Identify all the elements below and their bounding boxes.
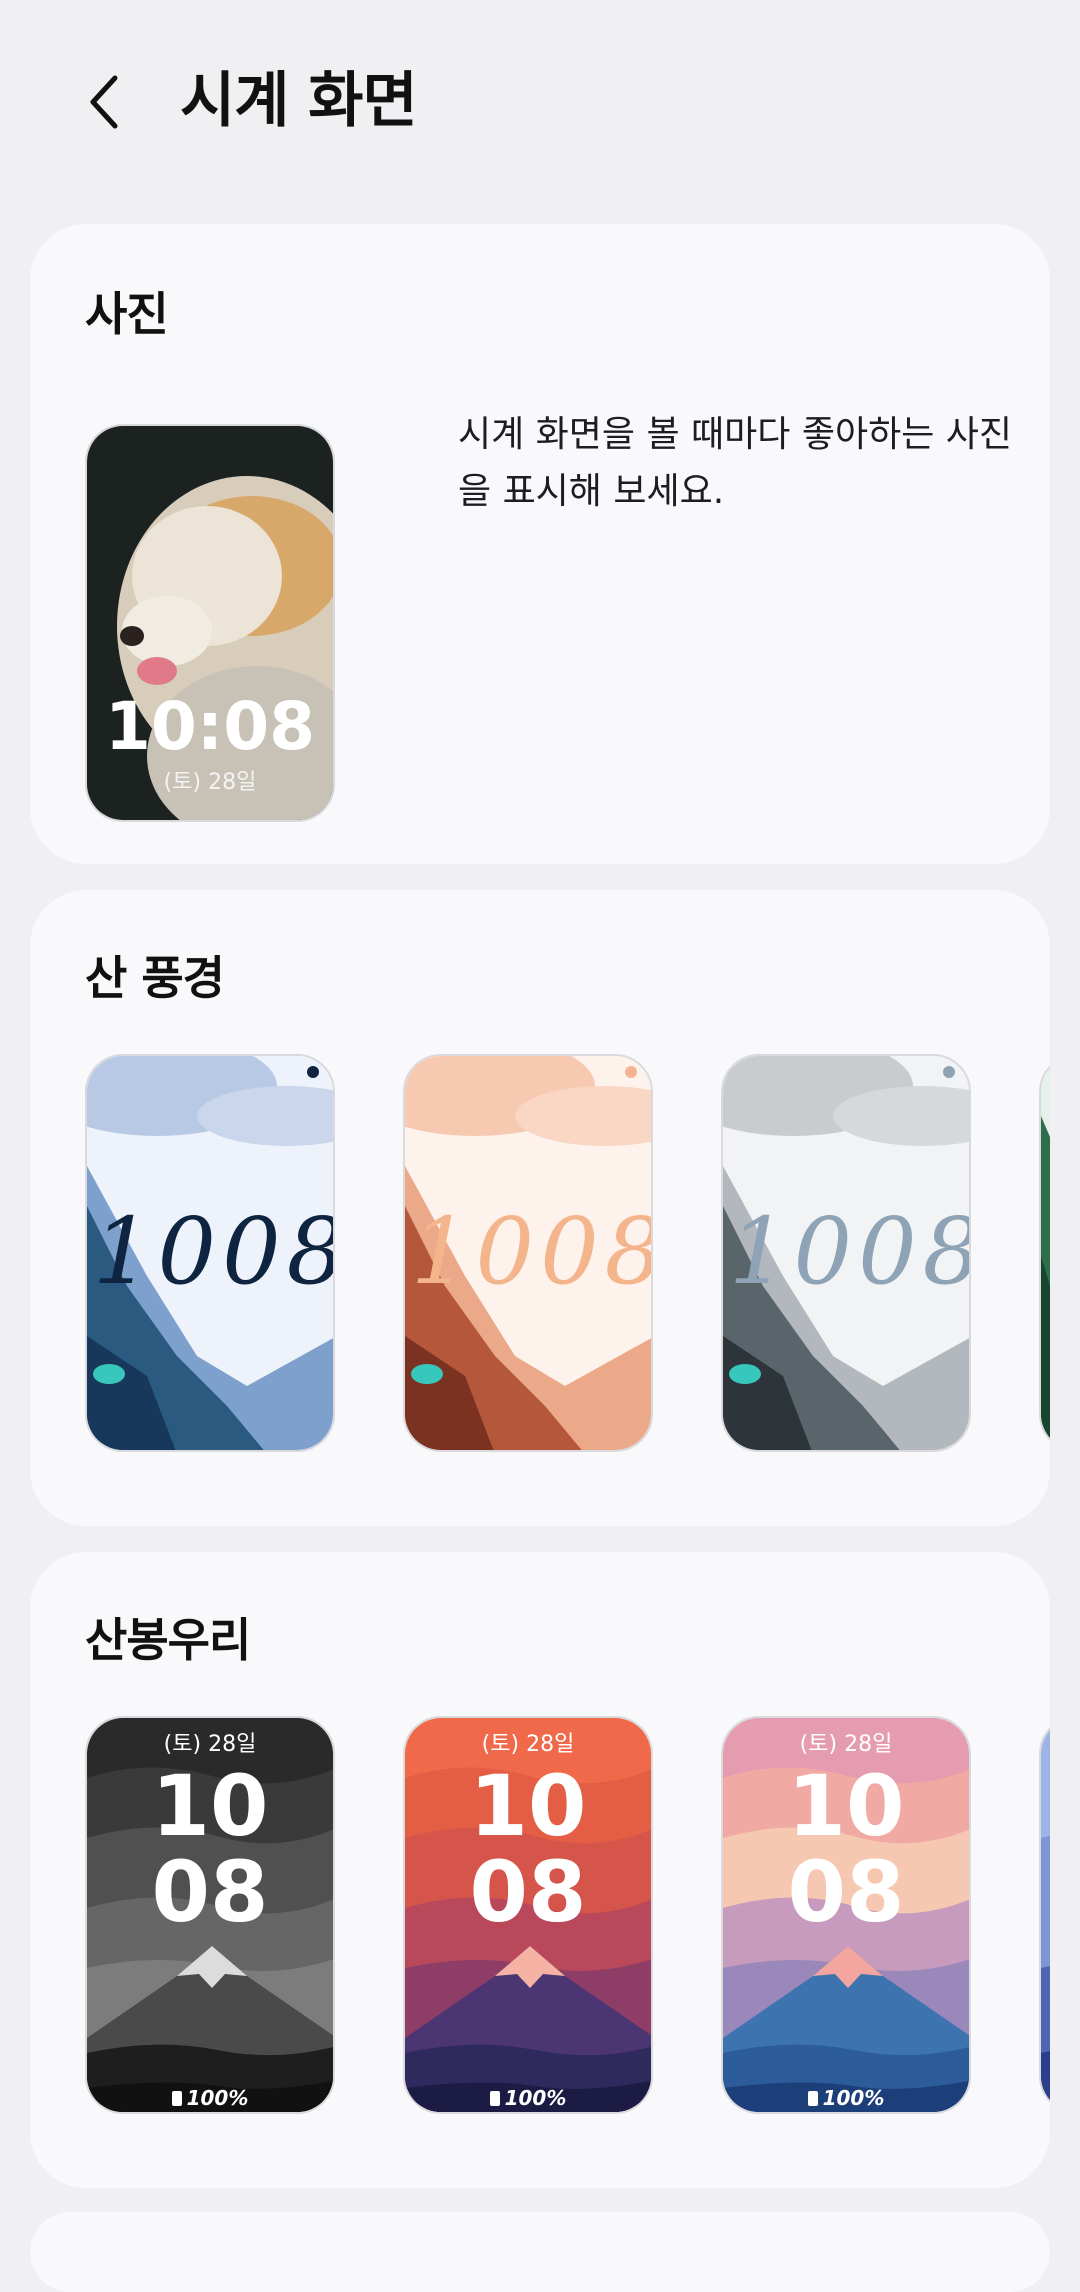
mountain-peak-face-monochrome[interactable]: (토) 28일 10 08 100% — [85, 1716, 335, 2114]
mountain-peak-hour: 10 — [787, 1757, 905, 1855]
section-title-mountain-peak: 산봉우리 — [85, 1613, 251, 1667]
mountain-scenery-digits: 1008 — [729, 1198, 971, 1305]
mountain-scenery-face-blue[interactable]: 1008 — [85, 1054, 335, 1452]
mountain-peak-minute: 08 — [151, 1843, 269, 1941]
mountain-peak-minute: 08 — [469, 1843, 587, 1941]
battery-level: 100% — [822, 2086, 885, 2110]
mountain-peak-date: (토) 28일 — [799, 1732, 893, 1757]
mountain-scenery-digits: 1008 — [93, 1198, 335, 1305]
back-button[interactable] — [70, 62, 140, 142]
battery-icon — [489, 2091, 500, 2106]
mountain-scenery-face-green[interactable] — [1039, 1054, 1050, 1452]
section-mountain-scenery: 산 풍경 1008 1008 1008 — [30, 890, 1050, 1526]
mountain-peak-image — [1041, 1718, 1050, 2112]
mountain-scenery-face-coral[interactable]: 1008 — [403, 1054, 653, 1452]
battery-icon — [171, 2091, 182, 2106]
photo-description: 시계 화면을 볼 때마다 좋아하는 사진을 표시해 보세요. — [458, 414, 1013, 512]
mountain-peak-date: (토) 28일 — [163, 1732, 257, 1757]
mountain-peak-date: (토) 28일 — [481, 1732, 575, 1757]
mountain-scenery-digits: 1008 — [411, 1198, 653, 1305]
mountain-peak-face-pastel[interactable]: (토) 28일 10 08 100% — [721, 1716, 971, 2114]
chevron-left-icon — [90, 75, 118, 129]
mountain-scenery-face-gray[interactable]: 1008 — [721, 1054, 971, 1452]
mountain-peak-battery: 100% — [723, 2086, 969, 2110]
section-next — [30, 2212, 1050, 2292]
mountain-scenery-image — [1041, 1056, 1050, 1450]
mountain-peak-battery: 100% — [87, 2086, 333, 2110]
header: 시계 화면 — [0, 0, 1080, 210]
photo-face-date: (토) 28일 — [163, 770, 257, 795]
mountain-peak-face-sunset[interactable]: (토) 28일 10 08 100% — [403, 1716, 653, 2114]
photo-face-thumbnail[interactable]: 10:08 (토) 28일 — [85, 424, 335, 822]
section-title-mountain-scenery: 산 풍경 — [85, 951, 225, 1005]
photo-face-time: 10:08 — [104, 688, 316, 765]
mountain-peak-face-blue[interactable] — [1039, 1716, 1050, 2114]
mountain-peak-battery: 100% — [405, 2086, 651, 2110]
section-mountain-peak: 산봉우리 (토) 28일 10 08 100% (토) 28일 10 08 10… — [30, 1552, 1050, 2188]
page-title: 시계 화면 — [180, 66, 418, 136]
mountain-peak-minute: 08 — [787, 1843, 905, 1941]
mountain-peak-hour: 10 — [469, 1757, 587, 1855]
battery-level: 100% — [504, 2086, 567, 2110]
battery-icon — [807, 2091, 818, 2106]
section-photo: 사진 10:08 (토) 28일 시계 화면을 볼 때마다 좋아하는 사진을 표… — [30, 224, 1050, 864]
mountain-peak-hour: 10 — [151, 1757, 269, 1855]
battery-level: 100% — [186, 2086, 249, 2110]
section-title-photo: 사진 — [85, 287, 169, 341]
